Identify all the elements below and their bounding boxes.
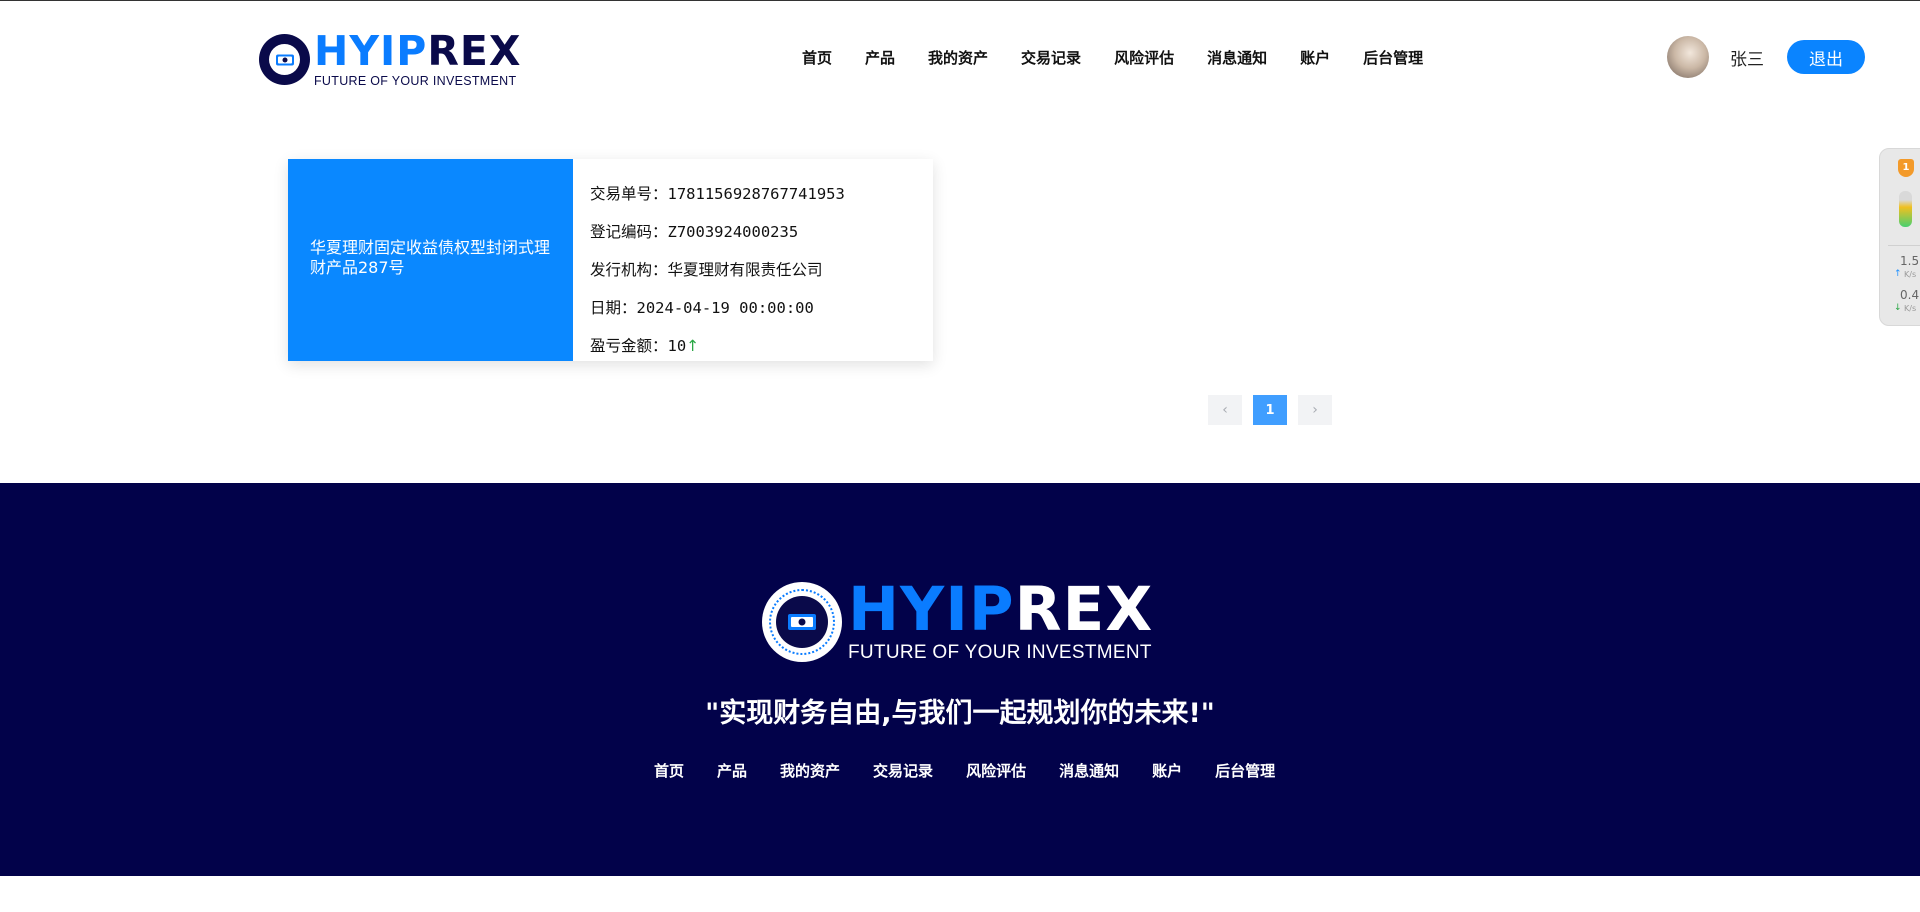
reg-code-label: 登记编码： bbox=[590, 223, 668, 241]
main-nav: 首页 产品 我的资产 交易记录 风险评估 消息通知 账户 后台管理 bbox=[802, 48, 1456, 68]
footer-nav-admin[interactable]: 后台管理 bbox=[1215, 760, 1275, 781]
logo-word-rex: REX bbox=[427, 27, 522, 75]
upload-arrow-icon: ↑ bbox=[1894, 269, 1902, 279]
username: 张三 bbox=[1730, 49, 1764, 70]
reg-code-value: Z7003924000235 bbox=[667, 223, 799, 241]
logo-wordmark: HYIPREX bbox=[848, 579, 1153, 640]
nav-item-account[interactable]: 账户 bbox=[1300, 48, 1330, 68]
network-speed-widget[interactable]: 1 1.5 ↑ K/s 0.4 ↓ K/s bbox=[1879, 148, 1920, 326]
nav-item-products[interactable]: 产品 bbox=[865, 48, 895, 68]
arrow-up-icon: ↑ bbox=[686, 337, 700, 355]
product-name[interactable]: 华夏理财固定收益债权型封闭式理财产品287号 bbox=[288, 159, 573, 361]
header: HYIPREX FUTURE OF YOUR INVESTMENT 首页 产品 … bbox=[0, 1, 1920, 111]
date-value: 2024-04-19 00:00:00 bbox=[636, 299, 814, 317]
order-no-value: 1781156928767741953 bbox=[667, 185, 845, 203]
prev-page-button[interactable]: ‹ bbox=[1208, 395, 1242, 425]
footer-nav: 首页 产品 我的资产 交易记录 风险评估 消息通知 账户 后台管理 bbox=[654, 760, 1308, 781]
shield-badge-icon: 1 bbox=[1898, 159, 1914, 177]
thermometer-icon bbox=[1899, 191, 1912, 227]
order-no-label: 交易单号： bbox=[590, 185, 668, 203]
footer-logo[interactable]: HYIPREX FUTURE OF YOUR INVESTMENT bbox=[762, 579, 1153, 664]
upload-unit: K/s bbox=[1904, 270, 1917, 279]
user-area: 张三 退出 bbox=[1667, 36, 1865, 78]
logo-tagline: FUTURE OF YOUR INVESTMENT bbox=[848, 642, 1152, 663]
footer-nav-account[interactable]: 账户 bbox=[1152, 760, 1182, 781]
pnl-row: 盈亏金额：10↑ bbox=[590, 327, 845, 365]
logout-button[interactable]: 退出 bbox=[1787, 40, 1865, 74]
footer-nav-transactions[interactable]: 交易记录 bbox=[873, 760, 933, 781]
transaction-details: 交易单号：1781156928767741953 登记编码：Z700392400… bbox=[573, 159, 845, 361]
footer-slogan: "实现财务自由,与我们一起规划你的未来!" bbox=[705, 698, 1215, 729]
pnl-value: 10 bbox=[667, 337, 687, 355]
date-row: 日期：2024-04-19 00:00:00 bbox=[590, 289, 845, 327]
nav-item-home[interactable]: 首页 bbox=[802, 48, 832, 68]
issuer-row: 发行机构：华夏理财有限责任公司 bbox=[590, 251, 845, 289]
page-1-button[interactable]: 1 bbox=[1253, 395, 1287, 425]
transaction-card: 华夏理财固定收益债权型封闭式理财产品287号 交易单号：178115692876… bbox=[288, 159, 933, 361]
date-label: 日期： bbox=[590, 299, 637, 317]
download-arrow-icon: ↓ bbox=[1894, 303, 1902, 313]
avatar[interactable] bbox=[1667, 36, 1709, 78]
reg-code-row: 登记编码：Z7003924000235 bbox=[590, 213, 845, 251]
issuer-value: 华夏理财有限责任公司 bbox=[667, 261, 823, 279]
next-page-button[interactable]: › bbox=[1298, 395, 1332, 425]
logo-wordmark: HYIPREX bbox=[314, 31, 522, 72]
logo-word-rex: REX bbox=[1014, 574, 1154, 645]
footer: HYIPREX FUTURE OF YOUR INVESTMENT "实现财务自… bbox=[0, 483, 1920, 876]
pagination: ‹ 1 › bbox=[1208, 395, 1343, 425]
logo-word-hyip: HYIP bbox=[314, 27, 428, 75]
nav-item-transactions[interactable]: 交易记录 bbox=[1021, 48, 1081, 68]
nav-item-my-assets[interactable]: 我的资产 bbox=[928, 48, 988, 68]
pnl-label: 盈亏金额： bbox=[590, 337, 668, 355]
nav-item-admin[interactable]: 后台管理 bbox=[1363, 48, 1423, 68]
nav-item-notifications[interactable]: 消息通知 bbox=[1207, 48, 1267, 68]
nav-item-risk-assessment[interactable]: 风险评估 bbox=[1114, 48, 1174, 68]
widget-divider bbox=[1888, 245, 1920, 246]
header-logo[interactable]: HYIPREX FUTURE OF YOUR INVESTMENT bbox=[259, 31, 522, 88]
footer-nav-notifications[interactable]: 消息通知 bbox=[1059, 760, 1119, 781]
upload-speed: 1.5 bbox=[1900, 254, 1920, 268]
logo-emblem-icon bbox=[762, 581, 842, 662]
download-speed: 0.4 bbox=[1900, 288, 1920, 302]
issuer-label: 发行机构： bbox=[590, 261, 668, 279]
footer-nav-risk-assessment[interactable]: 风险评估 bbox=[966, 760, 1026, 781]
download-unit: K/s bbox=[1904, 304, 1917, 313]
logo-word-hyip: HYIP bbox=[848, 574, 1015, 645]
footer-nav-home[interactable]: 首页 bbox=[654, 760, 684, 781]
order-no-row: 交易单号：1781156928767741953 bbox=[590, 175, 845, 213]
logo-tagline: FUTURE OF YOUR INVESTMENT bbox=[314, 74, 517, 88]
footer-nav-my-assets[interactable]: 我的资产 bbox=[780, 760, 840, 781]
footer-nav-products[interactable]: 产品 bbox=[717, 760, 747, 781]
logo-emblem-icon bbox=[259, 34, 310, 85]
